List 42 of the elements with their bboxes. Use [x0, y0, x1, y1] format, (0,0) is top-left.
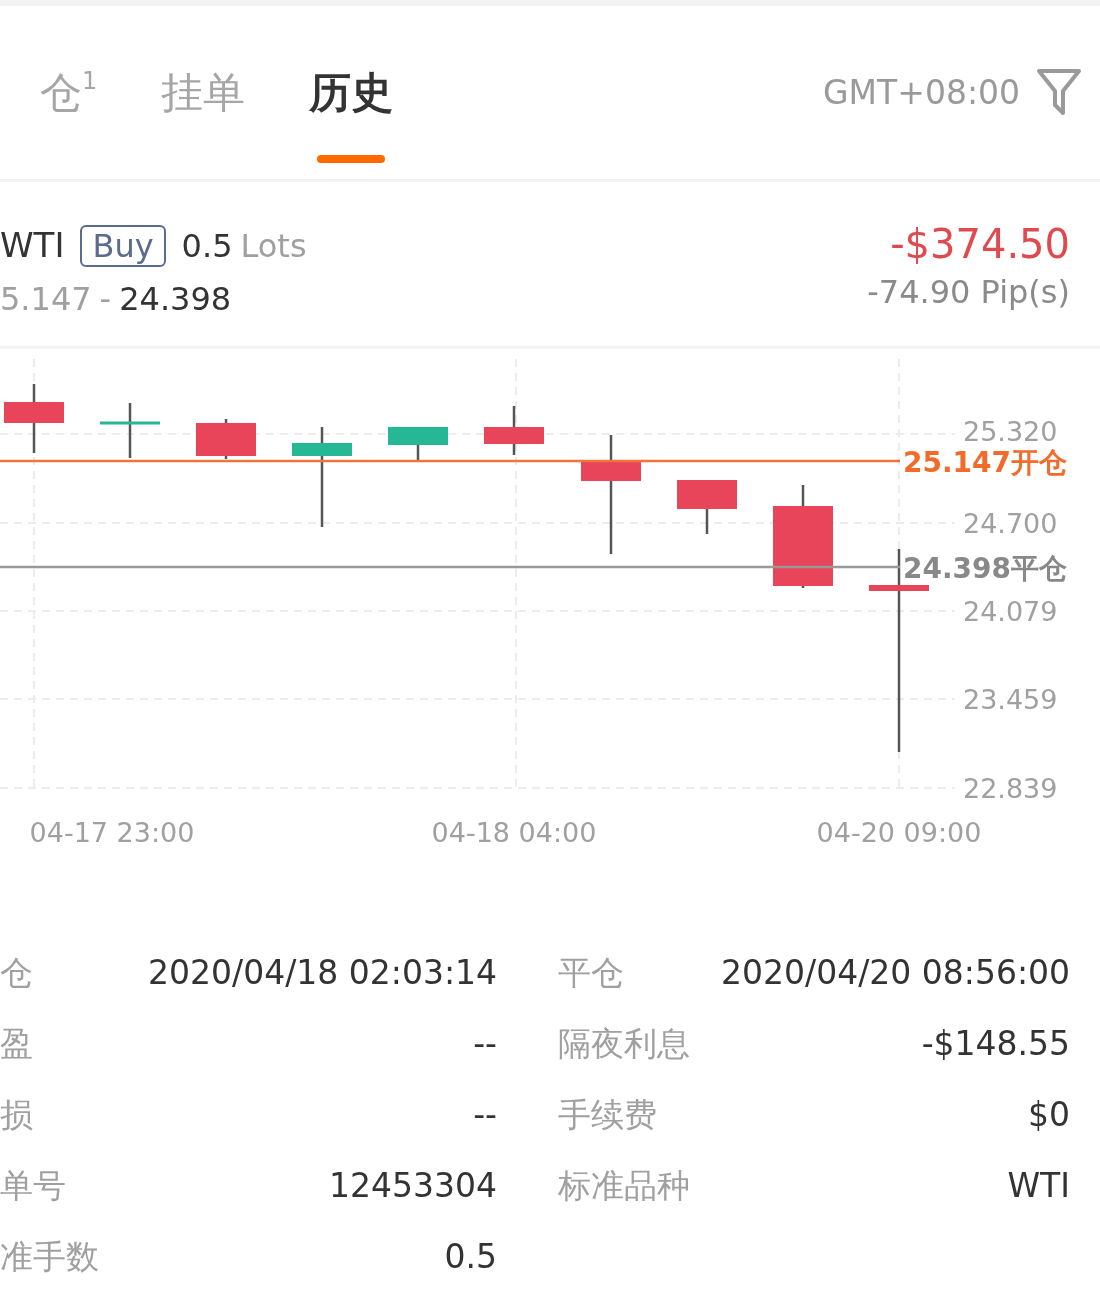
price-line-label: 25.147开仓: [903, 446, 1068, 479]
detail-label: 损: [0, 1093, 33, 1136]
tab[interactable]: 历史: [309, 6, 394, 179]
profit-value: -$374.50: [890, 220, 1070, 268]
detail-value: --: [473, 1022, 497, 1065]
open-price: 5.147: [0, 279, 92, 320]
detail-value: 0.5: [444, 1235, 497, 1278]
x-axis-label: 04-17 23:00: [29, 817, 195, 848]
y-axis-label: 24.079: [963, 596, 1058, 627]
price-separator: -: [99, 279, 112, 320]
detail-label: 标准品种: [558, 1164, 690, 1207]
y-axis-label: 23.459: [963, 684, 1058, 715]
detail-value: --: [473, 1093, 497, 1136]
tab-underline: [317, 155, 386, 163]
y-axis-label: 25.320: [963, 416, 1058, 447]
y-axis-label: 24.700: [963, 508, 1058, 539]
detail-value: 2020/04/18 02:03:14: [148, 951, 497, 994]
y-axis-label: 22.839: [963, 773, 1058, 804]
price-line-label: 24.398平仓: [903, 552, 1068, 585]
x-axis-label: 04-18 04:00: [431, 817, 597, 848]
detail-label: 单号: [0, 1164, 66, 1207]
detail-value: -$148.55: [921, 1022, 1070, 1065]
pips-value: -74.90 Pip(s): [867, 272, 1070, 313]
detail-value: 12453304: [329, 1164, 497, 1207]
timezone-label: GMT+08:00: [823, 71, 1020, 114]
detail-label: 仓: [0, 951, 33, 994]
volume-value: 0.5: [181, 225, 233, 267]
detail-label: 平仓: [558, 951, 624, 994]
detail-label: 隔夜利息: [558, 1022, 690, 1065]
close-price: 24.398: [119, 279, 232, 320]
detail-value: $0: [1028, 1093, 1070, 1136]
tab[interactable]: 挂单: [161, 6, 246, 179]
tab[interactable]: 仓$^{1}$: [40, 6, 98, 179]
symbol-label: WTI: [0, 224, 65, 267]
x-axis-label: 04-20 09:00: [816, 817, 982, 848]
detail-value: 2020/04/20 08:56:00: [721, 951, 1070, 994]
side-badge: Buy: [80, 224, 166, 267]
detail-value: WTI: [1007, 1164, 1070, 1207]
detail-label: 盈: [0, 1022, 33, 1065]
detail-label: 准手数: [0, 1235, 99, 1278]
detail-label: 手续费: [558, 1093, 657, 1136]
unit-label: Lots: [240, 225, 307, 267]
